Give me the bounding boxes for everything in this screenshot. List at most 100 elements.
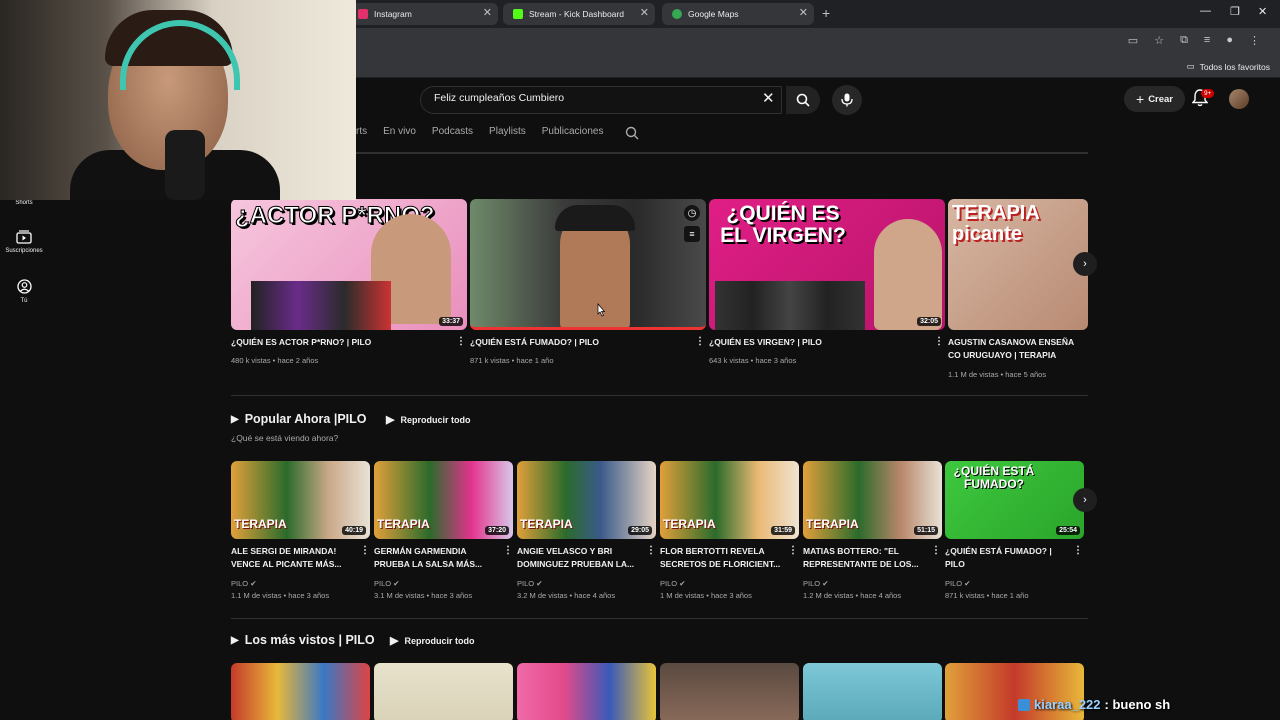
video-thumbnail[interactable]: TERAPIA 29:05 bbox=[517, 461, 656, 539]
video-thumbnail[interactable]: ¿QUIÉN ESTÁ FUMADO? 25:54 bbox=[945, 461, 1084, 539]
next-arrow-button[interactable]: › bbox=[1073, 488, 1097, 512]
video-title[interactable]: ¿QUIÉN ES VIRGEN? | PILO bbox=[709, 336, 929, 349]
star-icon[interactable]: ☆ bbox=[1154, 34, 1164, 47]
verified-icon: ✔ bbox=[250, 579, 257, 588]
more-options-icon[interactable]: ⋮ bbox=[1073, 545, 1083, 556]
video-meta: 871 k vistas • hace 1 año bbox=[945, 591, 1029, 600]
section-title-popular[interactable]: ▶ Popular Ahora |PILO bbox=[231, 412, 367, 426]
maximize-icon[interactable]: ❐ bbox=[1230, 5, 1240, 18]
play-all-button[interactable]: ▶ Reproducir todo bbox=[386, 413, 470, 426]
verified-icon: ✔ bbox=[393, 579, 400, 588]
video-duration: 31:59 bbox=[771, 526, 795, 535]
sidebar-item-you[interactable]: Tú bbox=[0, 279, 48, 304]
video-thumbnail[interactable]: ◷ ≡ bbox=[470, 199, 706, 330]
channel-search-icon[interactable] bbox=[625, 126, 639, 140]
channel-name-text: PILO bbox=[945, 579, 963, 588]
video-title[interactable]: FLOR BERTOTTI REVELA SECRETOS DE FLORICI… bbox=[660, 545, 785, 571]
close-icon[interactable]: ✕ bbox=[799, 6, 808, 19]
video-title[interactable]: ¿QUIÉN ES ACTOR P*RNO? | PILO bbox=[231, 336, 451, 349]
more-options-icon[interactable]: ⋮ bbox=[695, 336, 705, 347]
tab-live[interactable]: En vivo bbox=[383, 126, 416, 140]
close-icon[interactable]: ✕ bbox=[640, 6, 649, 19]
more-options-icon[interactable]: ⋮ bbox=[931, 545, 941, 556]
sidebar-item-shorts[interactable]: Shorts bbox=[0, 200, 48, 206]
chat-message-text: : bueno sh bbox=[1104, 697, 1171, 712]
verified-icon: ✔ bbox=[679, 579, 686, 588]
tab-instagram[interactable]: Instagram ✕ bbox=[348, 3, 498, 25]
video-title[interactable]: AGUSTIN CASANOVA ENSEÑA CO URUGUAYO | TE… bbox=[948, 336, 1088, 363]
menu-icon[interactable]: ⋮ bbox=[1249, 34, 1260, 47]
video-thumbnail[interactable]: TERAPIA 51:15 bbox=[803, 461, 942, 539]
add-to-queue-icon[interactable]: ≡ bbox=[684, 226, 700, 242]
video-title[interactable]: ¿QUIÉN ESTÁ FUMADO? | PILO bbox=[945, 545, 1070, 571]
tab-google-maps[interactable]: Google Maps ✕ bbox=[662, 3, 814, 25]
thumbnail-text: TERAPIA bbox=[234, 517, 287, 531]
video-thumbnail[interactable] bbox=[374, 663, 513, 720]
extensions-icon[interactable]: ⧉ bbox=[1180, 34, 1188, 47]
more-options-icon[interactable]: ⋮ bbox=[360, 545, 370, 556]
tab-playlists[interactable]: Playlists bbox=[489, 126, 526, 140]
minimize-icon[interactable]: — bbox=[1200, 5, 1211, 17]
video-thumbnail[interactable] bbox=[517, 663, 656, 720]
media-icon[interactable]: ≡ bbox=[1204, 34, 1210, 47]
video-title[interactable]: GERMÁN GARMENDIA PRUEBA LA SALSA MÁS... bbox=[374, 545, 499, 571]
video-thumbnail[interactable]: TERAPIA 31:59 bbox=[660, 461, 799, 539]
next-arrow-button[interactable]: › bbox=[1073, 252, 1097, 276]
channel-name-text: PILO bbox=[374, 579, 392, 588]
video-thumbnail[interactable] bbox=[231, 663, 370, 720]
video-duration: 40:19 bbox=[342, 526, 366, 535]
search-button[interactable] bbox=[786, 86, 820, 114]
section-title-most-viewed[interactable]: ▶ Los más vistos | PILO bbox=[231, 633, 375, 647]
verified-icon: ✔ bbox=[536, 579, 543, 588]
voice-search-button[interactable] bbox=[832, 85, 862, 115]
thumbnail-text: TERAPIA bbox=[663, 517, 716, 531]
create-button[interactable]: + Crear bbox=[1124, 86, 1186, 112]
watch-later-icon[interactable]: ◷ bbox=[684, 205, 700, 221]
video-title[interactable]: ALE SERGI DE MIRANDA! VENCE AL PICANTE M… bbox=[231, 545, 356, 571]
video-title-line: ANGIE VELASCO Y BRI bbox=[517, 546, 613, 556]
profile-icon[interactable]: ● bbox=[1226, 34, 1233, 47]
thumbnail-group bbox=[715, 281, 865, 330]
tab-podcasts[interactable]: Podcasts bbox=[432, 126, 473, 140]
instagram-icon bbox=[358, 9, 368, 19]
thumbnail-text: TERAPIA picante bbox=[952, 202, 1040, 245]
video-title[interactable]: ANGIE VELASCO Y BRI DOMINGUEZ PRUEBAN LA… bbox=[517, 545, 642, 571]
video-title-line: PILO bbox=[945, 559, 965, 569]
video-thumbnail[interactable] bbox=[803, 663, 942, 720]
more-options-icon[interactable]: ⋮ bbox=[503, 545, 513, 556]
video-thumbnail[interactable]: TERAPIA picante bbox=[948, 199, 1088, 330]
more-options-icon[interactable]: ⋮ bbox=[788, 545, 798, 556]
sidebar-item-label: Tú bbox=[20, 298, 28, 304]
more-options-icon[interactable]: ⋮ bbox=[646, 545, 656, 556]
video-title-line: FLOR BERTOTTI REVELA bbox=[660, 546, 765, 556]
section-subtitle: ¿Qué se está viendo ahora? bbox=[231, 433, 339, 443]
close-window-icon[interactable]: ✕ bbox=[1258, 5, 1267, 18]
video-thumbnail[interactable] bbox=[660, 663, 799, 720]
plus-icon: + bbox=[1136, 91, 1145, 107]
tab-posts[interactable]: Publicaciones bbox=[542, 126, 604, 140]
channel-name-text: PILO bbox=[231, 579, 249, 588]
avatar[interactable] bbox=[1229, 89, 1249, 109]
tab-kick-dashboard[interactable]: Stream - Kick Dashboard ✕ bbox=[503, 3, 655, 25]
all-bookmarks-button[interactable]: ▭ Todos los favoritos bbox=[1187, 61, 1270, 72]
video-thumbnail[interactable]: TERAPIA 40:19 bbox=[231, 461, 370, 539]
sidebar-item-subscriptions[interactable]: Suscripciones bbox=[0, 230, 48, 254]
webcam-microphone bbox=[165, 130, 205, 200]
play-all-button[interactable]: ▶ Reproducir todo bbox=[390, 634, 474, 647]
more-options-icon[interactable]: ⋮ bbox=[934, 336, 944, 347]
video-thumbnail[interactable]: ¿QUIÉN ES EL VIRGEN? 32:05 bbox=[709, 199, 945, 330]
video-title[interactable]: ¿QUIÉN ESTÁ FUMADO? | PILO bbox=[470, 336, 690, 349]
clear-search-icon[interactable]: ✕ bbox=[762, 89, 775, 107]
video-thumbnail[interactable]: ¿ACTOR P*RNO? 33:37 bbox=[231, 199, 467, 330]
address-bar-icons: ▭ ☆ ⧉ ≡ ● ⋮ bbox=[1128, 34, 1260, 47]
tab-shorts[interactable]: rts bbox=[356, 126, 367, 140]
video-thumbnail[interactable]: TERAPIA 37:20 bbox=[374, 461, 513, 539]
more-options-icon[interactable]: ⋮ bbox=[456, 336, 466, 347]
tab-label: Instagram bbox=[374, 9, 412, 19]
video-meta: 3.2 M de vistas • hace 4 años bbox=[517, 591, 616, 600]
cast-icon[interactable]: ▭ bbox=[1128, 34, 1138, 47]
new-tab-icon[interactable]: + bbox=[822, 5, 830, 21]
close-icon[interactable]: ✕ bbox=[483, 6, 492, 19]
video-title[interactable]: MATIAS BOTTERO: "EL REPRESENTANTE DE LOS… bbox=[803, 545, 928, 571]
video-title-line: PRUEBA LA SALSA MÁS... bbox=[374, 559, 483, 569]
